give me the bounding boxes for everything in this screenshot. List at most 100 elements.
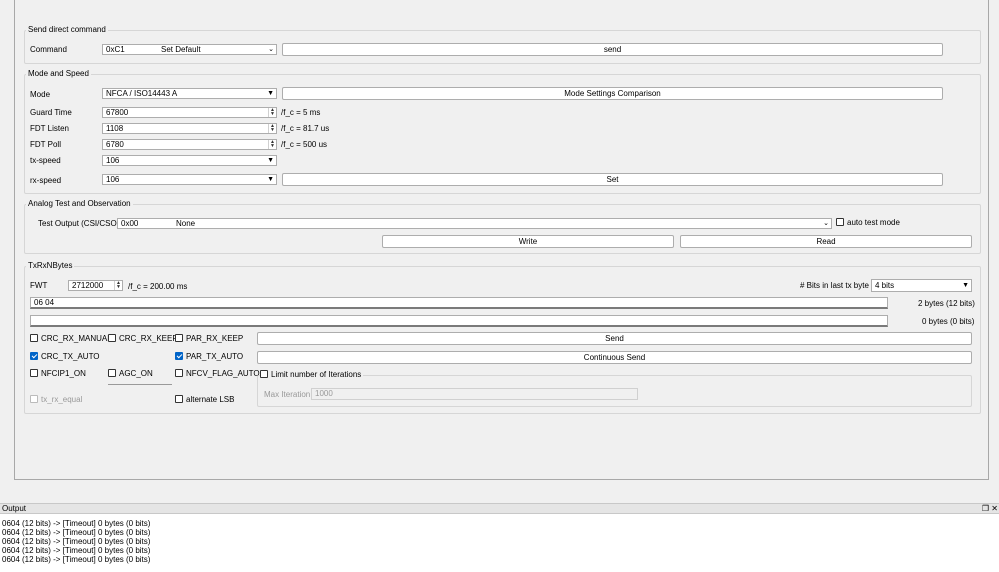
close-icon[interactable]: ✕ — [991, 504, 998, 514]
crc-rx-keep-checkbox[interactable]: CRC_RX_KEEP — [108, 334, 178, 344]
mode-value: NFCA / ISO14443 A — [106, 89, 178, 98]
guard-time-value: 67800 — [106, 108, 129, 117]
command-name: Set Default — [161, 45, 201, 54]
nfcip1-on-checkbox[interactable]: NFCIP1_ON — [30, 369, 86, 379]
checkbox-box[interactable] — [175, 369, 183, 377]
limit-iterations-label: Limit number of Iterations — [271, 370, 362, 379]
output-dock-title-bar: Output ❐ ✕ — [0, 503, 999, 514]
max-iteration-input[interactable]: 1000 — [311, 388, 638, 400]
tx-rx-equal-checkbox[interactable]: tx_rx_equal — [30, 395, 82, 405]
fdt-poll-label: FDT Poll — [30, 140, 61, 149]
rx-speed-select[interactable]: 106 ▼ — [102, 174, 277, 185]
log-line: 0604 (12 bits) -> [Timeout] 0 bytes (0 b… — [2, 537, 151, 546]
guard-time-label: Guard Time — [30, 108, 72, 117]
mode-select[interactable]: NFCA / ISO14443 A ▼ — [102, 88, 277, 99]
auto-test-mode-label: auto test mode — [847, 218, 900, 227]
mode-label: Mode — [30, 90, 51, 99]
output-title: Output — [2, 504, 27, 513]
analog-title: Analog Test and Observation — [26, 199, 133, 209]
agc-on-checkbox[interactable]: AGC_ON — [108, 369, 153, 379]
write-button[interactable]: Write — [382, 235, 674, 248]
bits-last-value: 4 bits — [875, 281, 895, 290]
triangle-down-icon: ▼ — [962, 282, 969, 289]
fwt-spinbox[interactable]: 2712000 ▲ ▼ — [68, 280, 123, 291]
command-select[interactable]: 0xC1 Set Default ⌄ — [102, 44, 277, 55]
triangle-down-icon: ▼ — [267, 157, 274, 164]
bits-last-label: # Bits in last tx byte — [800, 281, 869, 290]
checkbox-box[interactable] — [30, 395, 38, 403]
checkbox-box[interactable] — [260, 370, 268, 378]
checkbox-box[interactable] — [30, 369, 38, 377]
crc-rx-manual-checkbox[interactable]: CRC_RX_MANUAL — [30, 334, 112, 344]
tx-speed-label: tx-speed — [30, 156, 61, 165]
continuous-send-button[interactable]: Continuous Send — [257, 351, 972, 364]
auto-test-mode-checkbox[interactable]: auto test mode — [836, 218, 900, 228]
float-window-icon[interactable]: ❐ — [982, 504, 989, 514]
spin-arrows-icon[interactable]: ▲ ▼ — [114, 281, 122, 290]
spin-arrows-icon[interactable]: ▲ ▼ — [268, 140, 276, 149]
rx-speed-label: rx-speed — [30, 176, 62, 185]
rx-data-output — [30, 315, 888, 327]
checkbox-box[interactable] — [175, 334, 183, 342]
fdt-poll-spinbox[interactable]: 6780 ▲ ▼ — [102, 139, 277, 150]
crc-rx-manual-label: CRC_RX_MANUAL — [41, 334, 112, 343]
send-command-button[interactable]: send — [282, 43, 943, 56]
rx-count: 0 bytes (0 bits) — [922, 317, 975, 326]
tx-data-input[interactable]: 06 04 — [30, 297, 888, 309]
rx-speed-value: 106 — [106, 175, 120, 184]
txrx-title: TxRxNBytes — [26, 261, 75, 271]
checkbox-box[interactable] — [108, 369, 116, 377]
max-iteration-label: Max Iteration — [264, 390, 311, 399]
triangle-down-icon: ▼ — [267, 176, 274, 183]
test-output-select[interactable]: 0x00 None ⌄ — [117, 218, 832, 229]
direct-command-title: Send direct command — [26, 25, 108, 35]
checkbox-box[interactable] — [108, 334, 116, 342]
chevron-down-icon: ⌄ — [823, 220, 829, 227]
checkbox-box[interactable] — [175, 395, 183, 403]
nfcip1-on-label: NFCIP1_ON — [41, 369, 86, 378]
guard-time-unit: /f_c = 5 ms — [281, 108, 321, 117]
nfcv-flag-auto-label: NFCV_FLAG_AUTO — [186, 369, 260, 378]
command-code: 0xC1 — [106, 45, 125, 54]
log-line: 0604 (12 bits) -> [Timeout] 0 bytes (0 b… — [2, 546, 151, 555]
spin-arrows-icon[interactable]: ▲ ▼ — [268, 124, 276, 133]
tx-speed-select[interactable]: 106 ▼ — [102, 155, 277, 166]
par-rx-keep-checkbox[interactable]: PAR_RX_KEEP — [175, 334, 243, 344]
fwt-unit: /f_c = 200.00 ms — [128, 282, 188, 291]
fdt-listen-spinbox[interactable]: 1108 ▲ ▼ — [102, 123, 277, 134]
agc-on-label: AGC_ON — [119, 369, 153, 378]
checkbox-checked-icon[interactable] — [175, 352, 183, 360]
limit-iterations-checkbox[interactable]: Limit number of Iterations — [260, 370, 364, 380]
send-button[interactable]: Send — [257, 332, 972, 345]
alternate-lsb-checkbox[interactable]: alternate LSB — [175, 395, 234, 405]
output-log[interactable]: 0604 (12 bits) -> [Timeout] 0 bytes (0 b… — [0, 514, 999, 572]
par-tx-auto-checkbox[interactable]: PAR_TX_AUTO — [175, 352, 243, 362]
test-output-label: Test Output (CSI/CSO) — [38, 219, 120, 228]
test-output-code: 0x00 — [121, 219, 139, 228]
spin-arrows-icon[interactable]: ▲ ▼ — [268, 108, 276, 117]
fwt-value: 2712000 — [72, 281, 104, 290]
tx-speed-value: 106 — [106, 156, 120, 165]
mode-speed-title: Mode and Speed — [26, 69, 91, 79]
fdt-listen-label: FDT Listen — [30, 124, 69, 133]
set-button[interactable]: Set — [282, 173, 943, 186]
test-output-name: None — [176, 219, 196, 228]
command-label: Command — [30, 45, 67, 54]
crc-rx-keep-label: CRC_RX_KEEP — [119, 334, 178, 343]
checkbox-box[interactable] — [836, 218, 844, 226]
par-rx-keep-label: PAR_RX_KEEP — [186, 334, 244, 343]
guard-time-spinbox[interactable]: 67800 ▲ ▼ — [102, 107, 277, 118]
bits-last-select[interactable]: 4 bits ▼ — [871, 279, 972, 292]
fdt-listen-value: 1108 — [106, 124, 124, 133]
nfcv-flag-auto-checkbox[interactable]: NFCV_FLAG_AUTO — [175, 369, 260, 379]
tx-count: 2 bytes (12 bits) — [918, 299, 975, 308]
log-line: 0604 (12 bits) -> [Timeout] 0 bytes (0 b… — [2, 555, 151, 564]
checkbox-checked-icon[interactable] — [30, 352, 38, 360]
log-line: 0604 (12 bits) -> [Timeout] 0 bytes (0 b… — [2, 528, 151, 537]
crc-tx-auto-checkbox[interactable]: CRC_TX_AUTO — [30, 352, 100, 362]
fdt-listen-unit: /f_c = 81.7 us — [281, 124, 330, 133]
read-button[interactable]: Read — [680, 235, 972, 248]
mode-settings-comparison-button[interactable]: Mode Settings Comparison — [282, 87, 943, 100]
checkbox-box[interactable] — [30, 334, 38, 342]
triangle-down-icon: ▼ — [267, 90, 274, 97]
